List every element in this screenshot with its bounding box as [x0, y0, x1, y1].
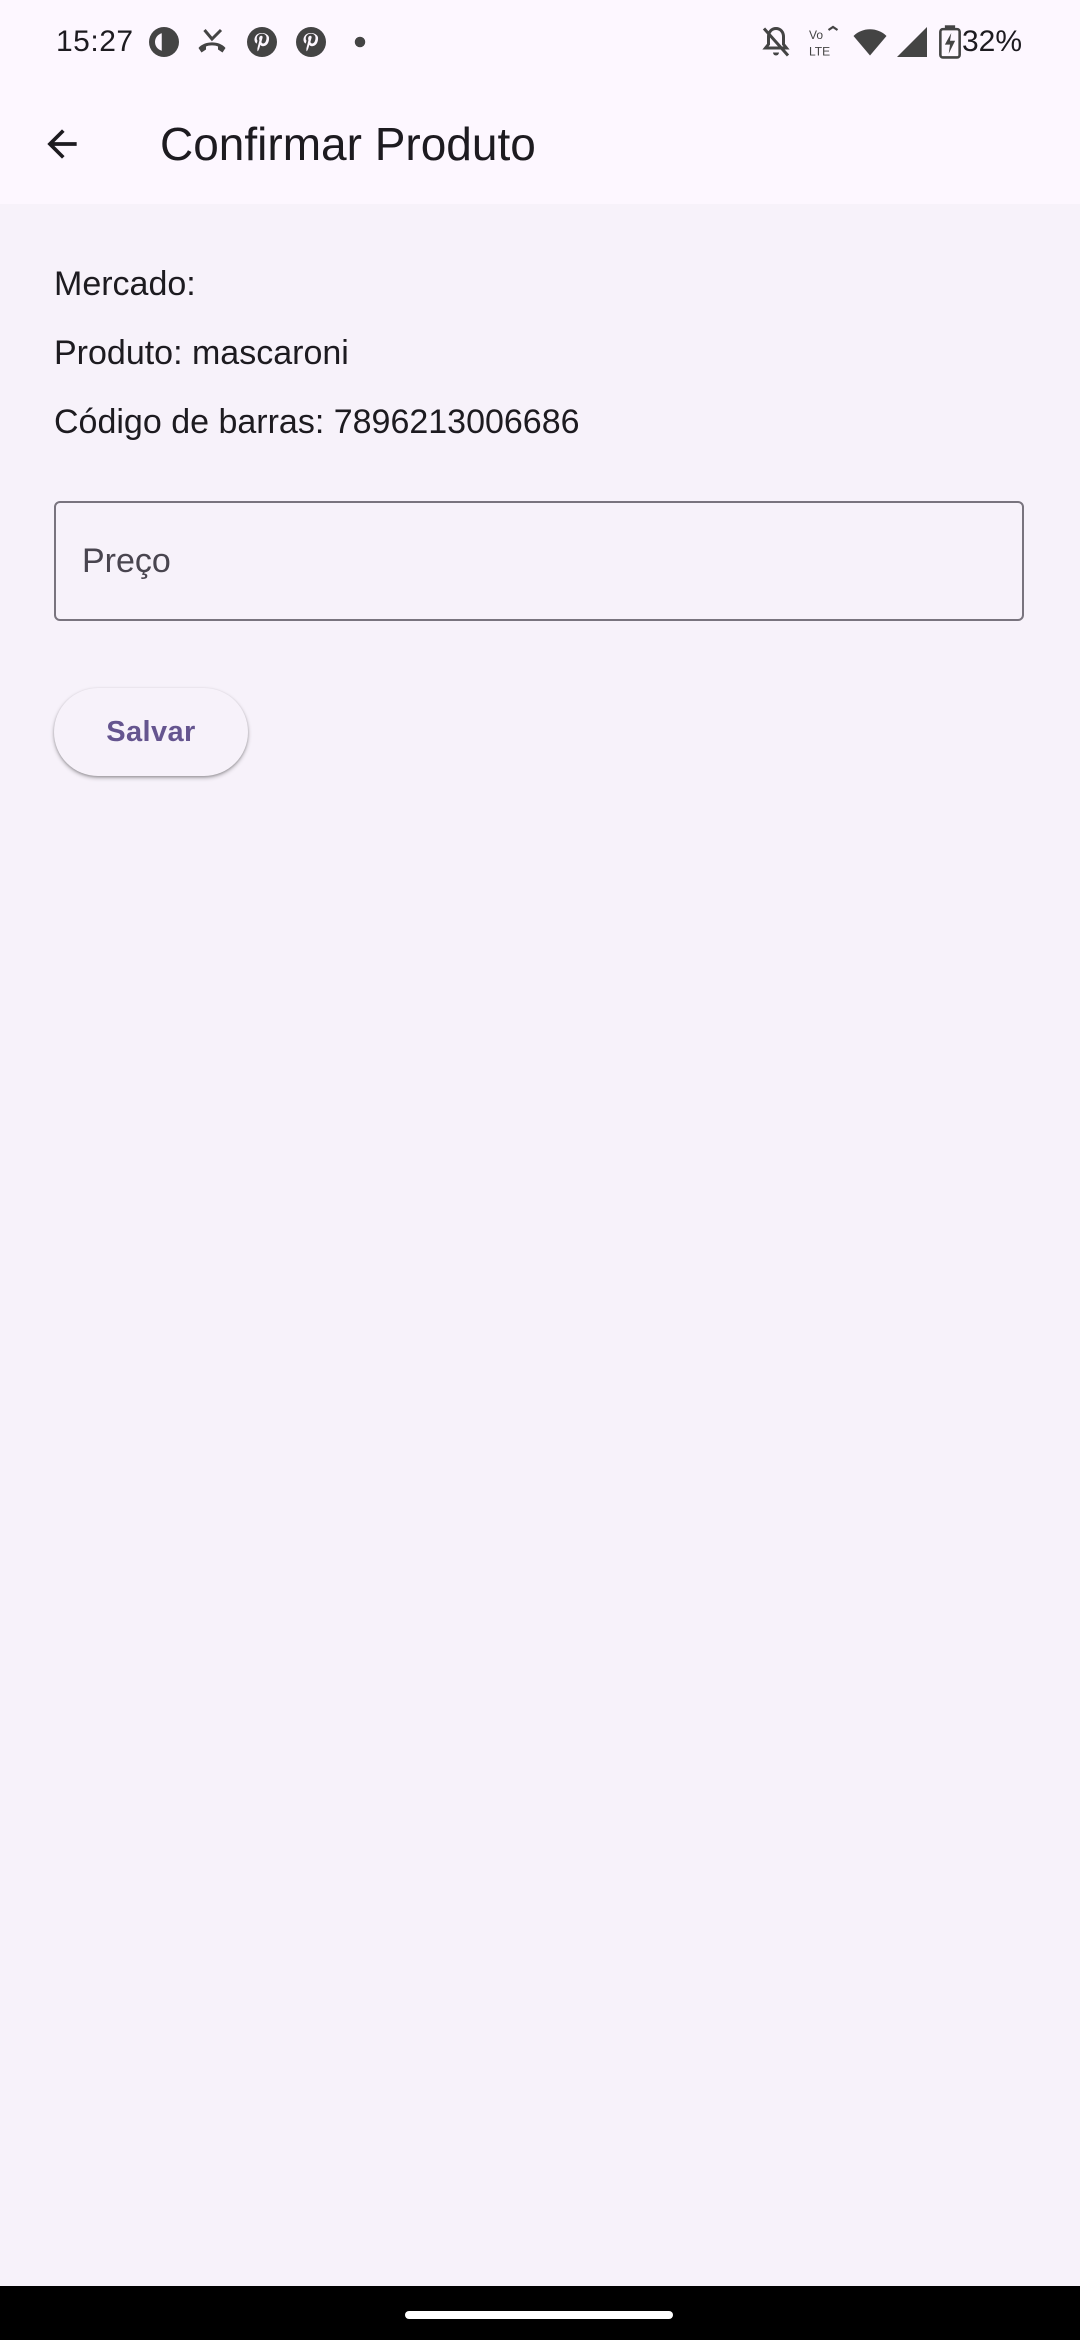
back-button[interactable]: [26, 108, 98, 180]
bell-off-icon: [762, 26, 790, 57]
save-button[interactable]: Salvar: [54, 688, 248, 776]
pinterest-icon: [247, 27, 277, 57]
page-title: Confirmar Produto: [160, 118, 536, 170]
wifi-icon: [853, 29, 887, 56]
barcode-value: Código de barras: 7896213006686: [54, 403, 580, 441]
dot-icon: [354, 36, 366, 48]
volte-icon: Vo LTE: [809, 25, 839, 59]
price-input[interactable]: [56, 503, 1022, 619]
svg-text:LTE: LTE: [809, 45, 830, 59]
signal-icon: [897, 27, 927, 57]
price-field: [54, 501, 1024, 621]
arrow-back-icon: [47, 129, 77, 159]
svg-text:Vo: Vo: [809, 28, 823, 42]
pinterest-icon: [296, 27, 326, 57]
status-bar: 15:27 Vo LTE 32%: [0, 0, 1080, 84]
status-time: 15:27: [56, 25, 134, 58]
product-name: Produto: mascaroni: [54, 334, 349, 372]
home-handle[interactable]: [405, 2311, 673, 2319]
market-label: Mercado:: [54, 265, 196, 303]
gesture-nav-bar: [0, 2286, 1080, 2340]
battery-percent: 32%: [961, 25, 1022, 58]
missed-call-icon: [198, 28, 226, 53]
threads-icon: [149, 27, 179, 57]
battery-charging-icon: [939, 25, 961, 59]
app-bar: Confirmar Produto: [0, 84, 1080, 204]
